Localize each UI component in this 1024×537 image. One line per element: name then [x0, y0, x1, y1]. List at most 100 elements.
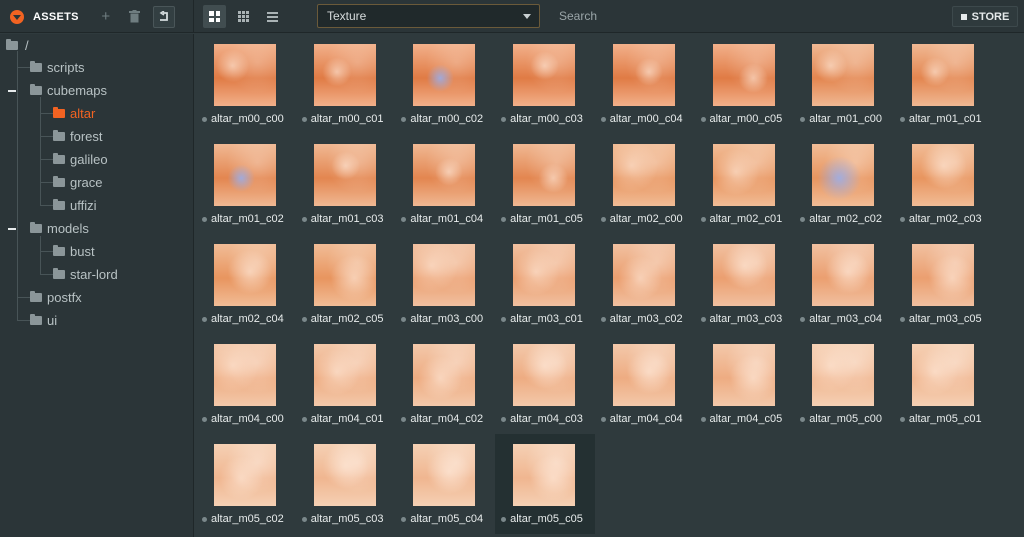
- tree-connector: [40, 205, 53, 206]
- texture-thumbnail: [313, 144, 376, 206]
- status-dot: [401, 416, 407, 422]
- asset-tile[interactable]: altar_m04_c01: [296, 334, 396, 434]
- tree-item-root[interactable]: /: [6, 34, 29, 57]
- asset-tile[interactable]: altar_m05_c01: [894, 334, 994, 434]
- asset-tile[interactable]: altar_m05_c00: [794, 334, 894, 434]
- asset-name-text: altar_m02_c04: [211, 313, 284, 325]
- tree-item-galileo[interactable]: galileo: [53, 148, 108, 171]
- tree-item-label: galileo: [70, 152, 108, 167]
- asset-tile[interactable]: altar_m01_c05: [495, 134, 595, 234]
- texture-thumbnail: [812, 44, 875, 106]
- tree-item-postfx[interactable]: postfx: [30, 286, 82, 309]
- search-input[interactable]: Search: [551, 4, 931, 28]
- asset-name: altar_m05_c00: [800, 412, 894, 426]
- asset-name-text: altar_m01_c05: [510, 213, 583, 225]
- asset-tile[interactable]: altar_m02_c05: [296, 234, 396, 334]
- tree-item-label: star-lord: [70, 267, 118, 282]
- store-button[interactable]: STORE: [952, 6, 1018, 27]
- tree-item-cubemaps[interactable]: cubemaps: [30, 79, 107, 102]
- asset-tile[interactable]: altar_m03_c04: [794, 234, 894, 334]
- tree-item-scripts[interactable]: scripts: [30, 56, 85, 79]
- tree-item-label: forest: [70, 129, 103, 144]
- texture-thumbnail: [911, 44, 974, 106]
- texture-thumbnail: [911, 244, 974, 306]
- asset-name: altar_m05_c02: [202, 512, 296, 526]
- asset-tile[interactable]: altar_m03_c00: [395, 234, 495, 334]
- tree-item-ui[interactable]: ui: [30, 309, 57, 332]
- asset-name: altar_m00_c04: [600, 112, 695, 126]
- tree-item-label: postfx: [47, 290, 82, 305]
- tree-item-bust[interactable]: bust: [53, 240, 95, 263]
- grid-large-icon[interactable]: [203, 5, 226, 28]
- asset-tile[interactable]: altar_m04_c00: [196, 334, 296, 434]
- texture-thumbnail: [214, 144, 276, 206]
- asset-tile[interactable]: altar_m03_c05: [894, 234, 994, 334]
- texture-thumbnail: [513, 344, 576, 406]
- asset-tile[interactable]: altar_m02_c02: [794, 134, 894, 234]
- collapse-icon[interactable]: [8, 90, 16, 92]
- asset-tile[interactable]: altar_m05_c04: [395, 434, 495, 534]
- texture-thumbnail: [513, 144, 576, 206]
- tree-item-altar[interactable]: altar: [53, 102, 95, 125]
- tree-item-uffizi[interactable]: uffizi: [53, 194, 97, 217]
- grid-small-icon[interactable]: [232, 5, 255, 28]
- asset-tile[interactable]: altar_m01_c02: [196, 134, 296, 234]
- asset-tile[interactable]: altar_m00_c04: [595, 34, 695, 134]
- asset-tile[interactable]: altar_m00_c00: [196, 34, 296, 134]
- asset-tile[interactable]: altar_m00_c03: [495, 34, 595, 134]
- asset-tile[interactable]: altar_m04_c03: [495, 334, 595, 434]
- asset-tile[interactable]: altar_m03_c01: [495, 234, 595, 334]
- tree-connector: [17, 297, 30, 298]
- status-dot: [700, 216, 706, 222]
- plus-icon[interactable]: +: [95, 6, 117, 28]
- asset-tile[interactable]: altar_m05_c03: [296, 434, 396, 534]
- asset-tile[interactable]: altar_m02_c03: [894, 134, 994, 234]
- tree-connector: [17, 51, 18, 320]
- list-icon[interactable]: [261, 5, 284, 28]
- asset-name: altar_m02_c03: [899, 212, 994, 226]
- tree-item-star-lord[interactable]: star-lord: [53, 263, 118, 286]
- tree-connector: [40, 251, 53, 252]
- asset-name: altar_m05_c05: [501, 512, 595, 526]
- asset-name: altar_m03_c00: [401, 312, 495, 326]
- asset-tile[interactable]: altar_m03_c03: [695, 234, 795, 334]
- texture-thumbnail: [214, 44, 276, 106]
- asset-tile[interactable]: altar_m04_c05: [695, 334, 795, 434]
- asset-tile[interactable]: altar_m04_c04: [595, 334, 695, 434]
- asset-tile[interactable]: altar_m03_c02: [595, 234, 695, 334]
- type-filter-select[interactable]: Texture: [317, 4, 540, 28]
- asset-tile[interactable]: altar_m01_c03: [296, 134, 396, 234]
- assets-panel-header: ASSETS +: [0, 0, 194, 33]
- texture-thumbnail: [313, 444, 376, 506]
- asset-tile[interactable]: altar_m00_c01: [296, 34, 396, 134]
- texture-thumbnail: [812, 244, 875, 306]
- tree-item-models[interactable]: models: [30, 217, 89, 240]
- trash-icon[interactable]: [124, 6, 146, 28]
- asset-tile[interactable]: altar_m02_c00: [595, 134, 695, 234]
- folder-up-icon[interactable]: [152, 5, 175, 28]
- status-dot: [800, 216, 806, 222]
- asset-name-text: altar_m03_c03: [709, 313, 783, 325]
- tree-item-forest[interactable]: forest: [53, 125, 103, 148]
- texture-thumbnail: [612, 44, 675, 106]
- status-dot: [501, 316, 507, 322]
- asset-tile[interactable]: altar_m01_c01: [894, 34, 994, 134]
- collapse-icon[interactable]: [8, 228, 16, 230]
- folder-icon: [53, 245, 65, 256]
- asset-tile[interactable]: altar_m05_c02: [196, 434, 296, 534]
- asset-name-text: altar_m05_c05: [510, 513, 583, 525]
- asset-tile[interactable]: altar_m00_c02: [395, 34, 495, 134]
- asset-tile[interactable]: altar_m05_c05: [495, 434, 596, 534]
- asset-tile[interactable]: altar_m02_c04: [196, 234, 296, 334]
- asset-tile[interactable]: altar_m01_c04: [395, 134, 495, 234]
- asset-tile[interactable]: altar_m04_c02: [395, 334, 495, 434]
- texture-thumbnail: [712, 144, 775, 206]
- asset-tile[interactable]: altar_m01_c00: [794, 34, 894, 134]
- asset-tile[interactable]: altar_m00_c05: [695, 34, 795, 134]
- dropdown-circle-icon[interactable]: [10, 9, 24, 24]
- status-dot: [800, 316, 806, 322]
- asset-tile[interactable]: altar_m02_c01: [695, 134, 795, 234]
- tree-item-grace[interactable]: grace: [53, 171, 103, 194]
- asset-name-text: altar_m05_c02: [211, 513, 284, 525]
- status-dot: [301, 416, 307, 422]
